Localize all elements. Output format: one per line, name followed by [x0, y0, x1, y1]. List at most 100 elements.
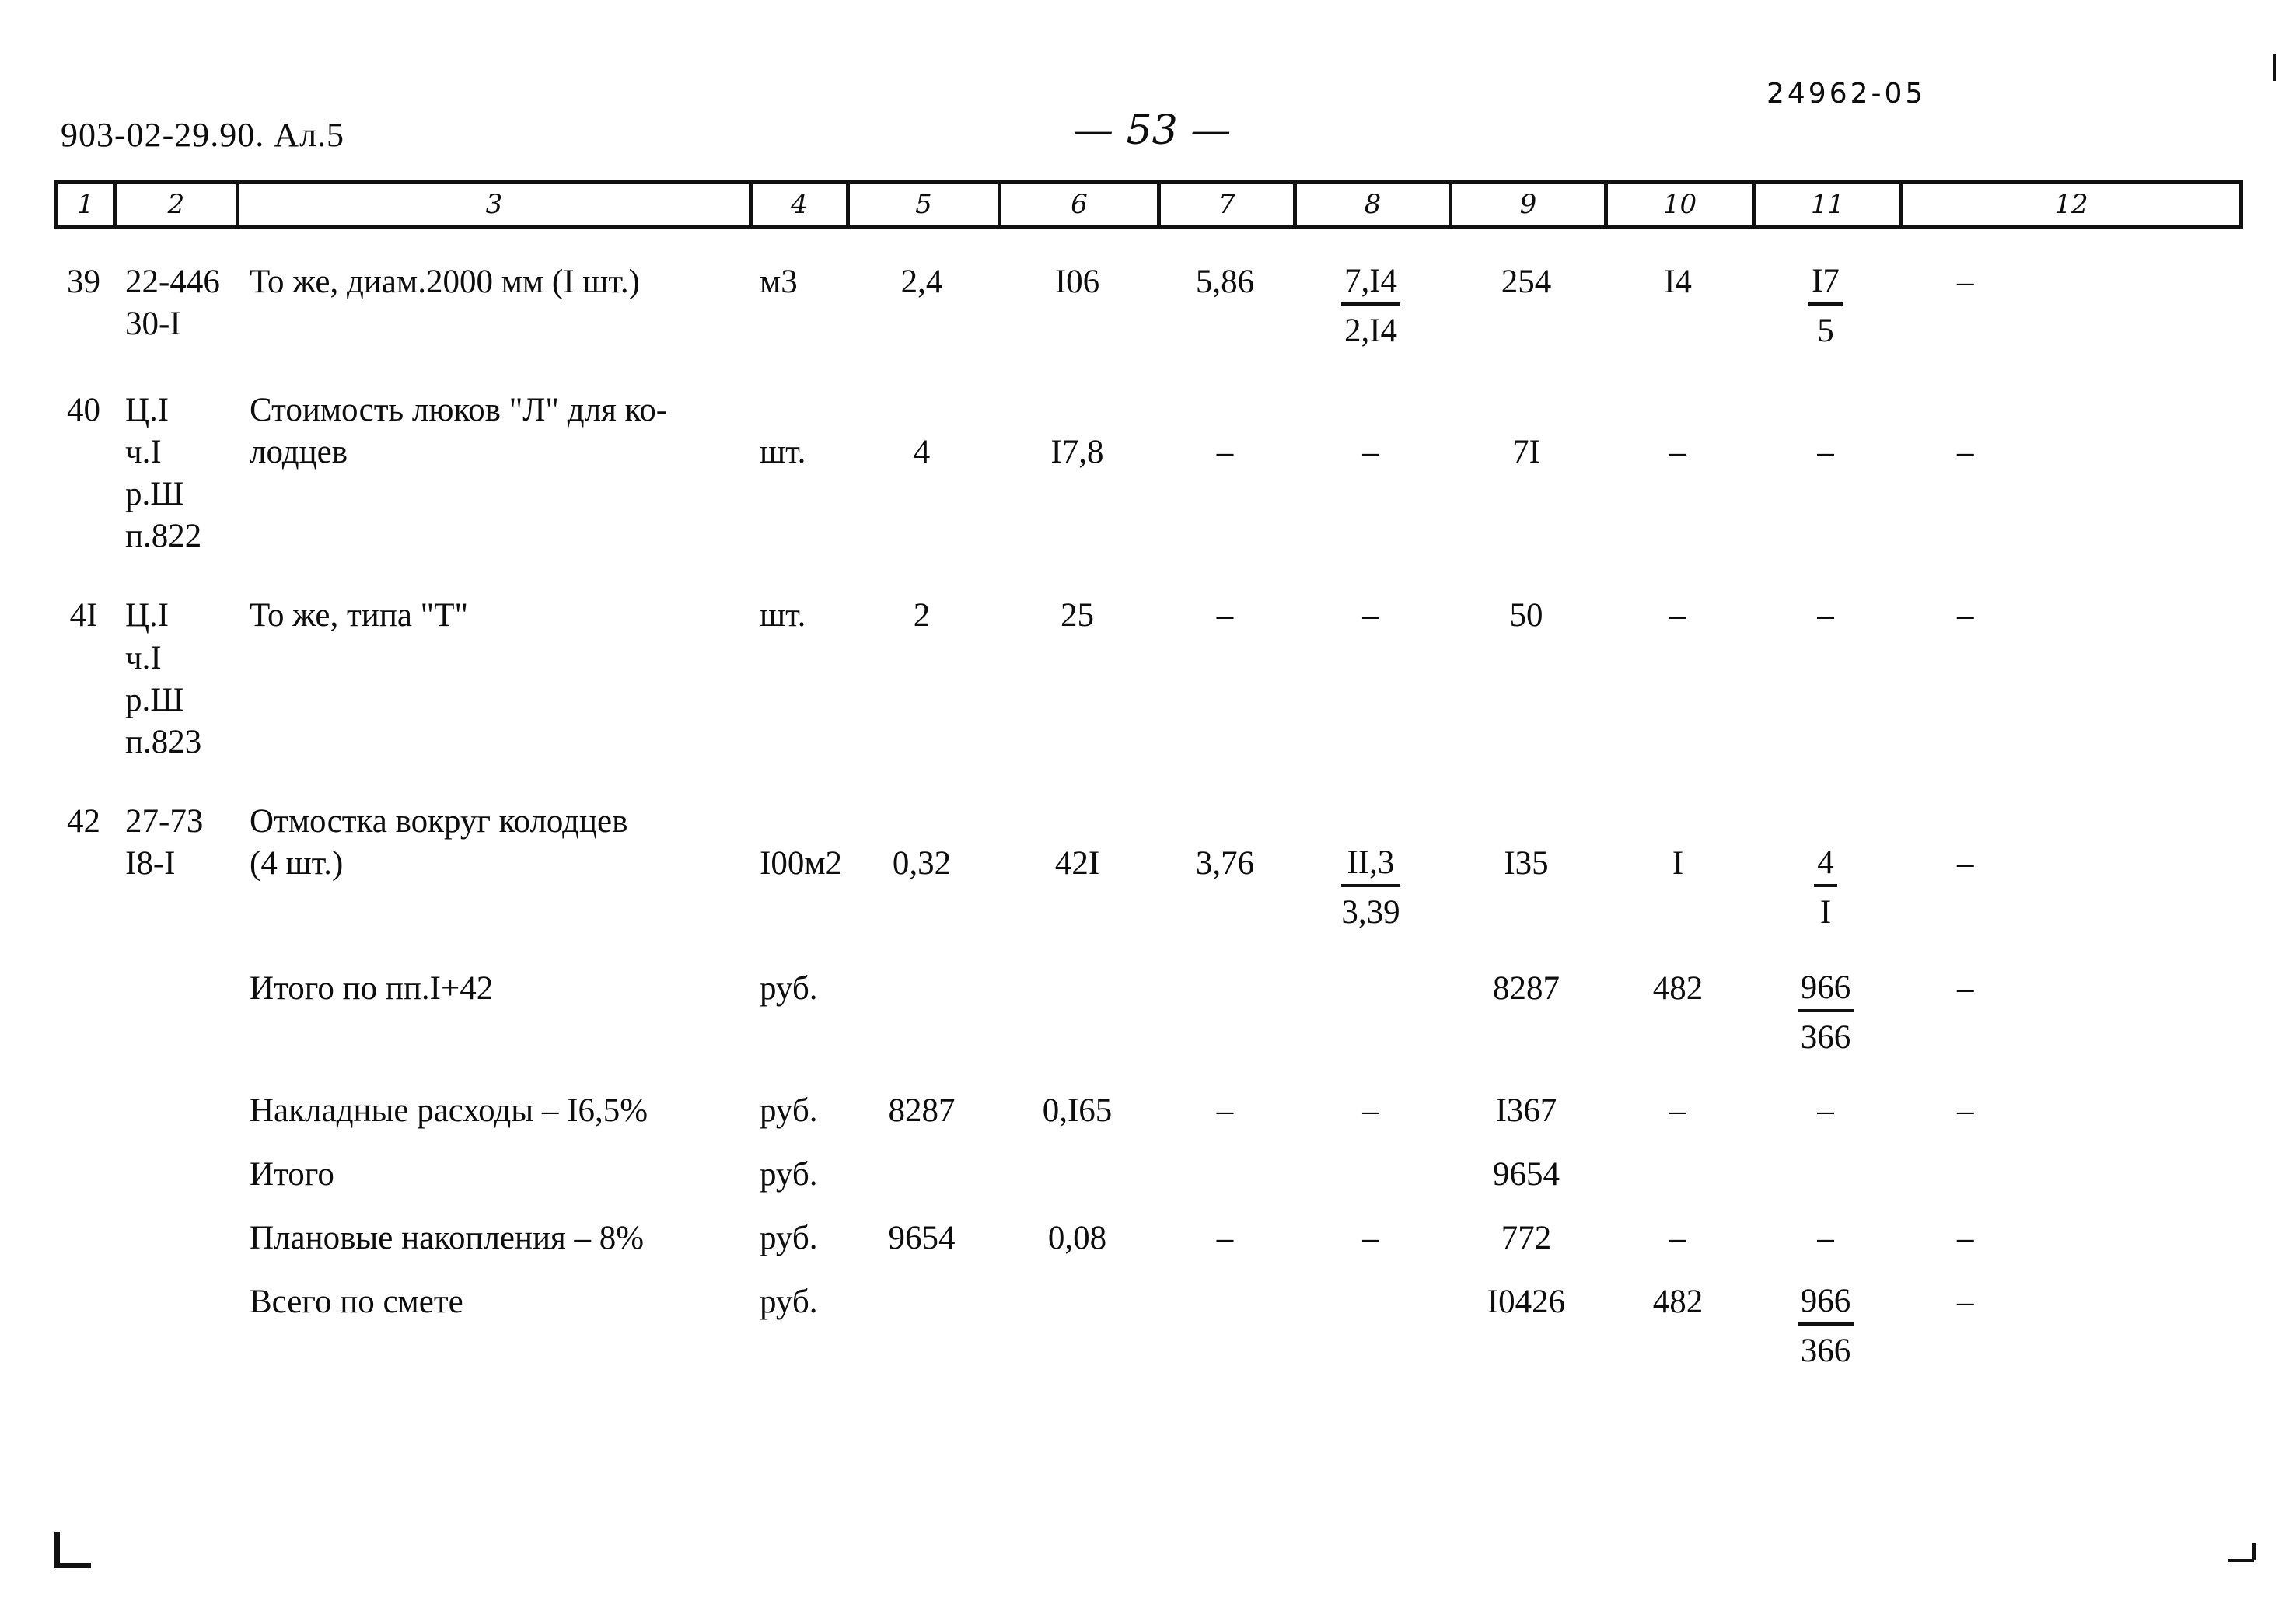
row-number-cell	[54, 965, 113, 968]
value-col-9: I367	[1495, 1092, 1557, 1129]
row-code-cell	[113, 1278, 236, 1281]
value-col-6: 0,08	[1047, 1220, 1107, 1257]
estimate-table: 1 2 3 4 5 6 7 8 9 10 11 12 39 22-446 30-I Т…	[54, 180, 2243, 1372]
value-col-11	[1752, 1151, 1899, 1154]
code-line: Ц.I	[125, 597, 169, 634]
value-col-5: 8287	[888, 1092, 956, 1129]
value-col-9: 50	[1509, 597, 1543, 634]
table-row: Накладные расходы – I6,5% руб. 8287 0,I65 – –…	[54, 1087, 2243, 1132]
fraction-numerator: 4	[1814, 843, 1837, 887]
code-line: п.823	[125, 723, 202, 760]
row-number-cell	[54, 1087, 113, 1090]
value-col-8: –	[1362, 1220, 1379, 1257]
value-col-11-fraction: 966 366	[1797, 968, 1854, 1057]
table-row: 42 27-73 I8-I Отмостка вокруг колодцев (4 шт…	[54, 798, 2243, 934]
column-number-7: 7	[1161, 184, 1297, 225]
value-col-10: 482	[1652, 1284, 1704, 1321]
crop-mark-bottom-left	[54, 1532, 91, 1568]
value-col-12: –	[1957, 597, 1974, 634]
code-line: р.Ш	[125, 476, 184, 513]
value-col-8-fraction: 7,I4 2,I4	[1340, 261, 1401, 351]
column-number-header-row: 1 2 3 4 5 6 7 8 9 10 11 12	[54, 180, 2243, 229]
row-unit-cell: шт.	[760, 597, 806, 634]
column-number-11: 11	[1756, 184, 1903, 225]
table-row: Плановые накопления – 8% руб. 9654 0,08 – – 77…	[54, 1214, 2243, 1259]
description-line: Плановые накопления – 8%	[250, 1220, 645, 1257]
fraction-numerator: 7,I4	[1340, 261, 1401, 306]
row-code-cell: Ц.I ч.I р.Ш п.822	[113, 386, 236, 558]
row-unit-cell: руб.	[760, 1220, 818, 1257]
value-col-7: 3,76	[1195, 845, 1255, 882]
value-col-12: –	[1957, 845, 1974, 882]
value-col-6: 0,I65	[1042, 1092, 1113, 1129]
document-code: 903-02-29.90. Ал.5	[61, 116, 345, 154]
value-col-10	[1604, 1151, 1752, 1154]
value-col-9: 7I	[1512, 433, 1540, 470]
row-code-cell: Ц.I ч.I р.Ш п.823	[113, 592, 236, 763]
value-col-10: –	[1669, 433, 1686, 470]
row-unit-cell: руб.	[760, 1092, 818, 1129]
value-col-9: I35	[1504, 845, 1549, 882]
value-col-10: 482	[1652, 969, 1704, 1007]
description-line: Накладные расходы – I6,5%	[250, 1092, 648, 1129]
value-col-6: I7,8	[1050, 433, 1104, 470]
fraction-numerator: 966	[1797, 1281, 1854, 1326]
row-unit-cell: руб.	[760, 969, 818, 1007]
value-col-10: I	[1672, 845, 1684, 882]
row-unit-cell: руб.	[760, 1284, 818, 1321]
value-col-7: –	[1216, 433, 1234, 470]
value-col-10: –	[1669, 1220, 1686, 1257]
row-code-cell	[113, 965, 236, 968]
value-col-11: –	[1817, 1220, 1834, 1257]
value-col-11-fraction: 4I	[1814, 843, 1837, 932]
crop-mark-bottom-right	[2228, 1535, 2256, 1562]
value-col-5	[846, 1151, 998, 1154]
value-col-8: –	[1362, 433, 1379, 470]
column-number-9: 9	[1452, 184, 1608, 225]
value-col-7: 5,86	[1195, 264, 1255, 300]
fraction-denominator: 5	[1817, 312, 1834, 349]
value-col-8	[1293, 965, 1449, 968]
value-col-5: 0,32	[892, 845, 952, 882]
row-number-cell	[54, 1278, 113, 1281]
value-col-8-fraction: II,3 3,39	[1341, 843, 1400, 932]
value-col-7	[1157, 1278, 1293, 1281]
description-line: То же, типа "Т"	[250, 597, 469, 634]
archive-stamp: 24962-05	[1767, 78, 1927, 110]
table-row: 39 22-446 30-I То же, диам.2000 мм (I шт.) м…	[54, 258, 2243, 352]
column-number-12: 12	[2054, 189, 2088, 220]
code-line: 27-73	[125, 803, 204, 840]
row-code-cell	[113, 1214, 236, 1217]
value-col-12: –	[1957, 969, 1974, 1007]
value-col-10: –	[1669, 1092, 1686, 1129]
description-line: лодцев	[250, 433, 348, 470]
value-col-6	[998, 965, 1157, 968]
row-number-cell: 39	[67, 264, 100, 300]
fraction-denominator: I	[1819, 893, 1832, 931]
value-col-9: 9654	[1493, 1155, 1560, 1193]
row-number-cell: 42	[67, 803, 100, 840]
value-col-7: –	[1216, 1220, 1234, 1257]
code-line: п.822	[125, 518, 202, 555]
row-description-cell: Стоимость люков "Л" для ко-лодцев	[236, 386, 749, 473]
row-unit-cell: м3	[760, 264, 798, 300]
value-col-5: 2	[913, 597, 931, 634]
value-col-10: I4	[1664, 264, 1692, 300]
table-body: 39 22-446 30-I То же, диам.2000 мм (I шт.) м…	[54, 258, 2243, 1372]
description-line: Всего по смете	[250, 1284, 463, 1321]
description-line: Стоимость люков "Л" для ко-	[250, 391, 668, 428]
code-line: Ц.I	[125, 391, 169, 428]
fraction-denominator: 366	[1800, 1018, 1851, 1056]
code-line: ч.I	[125, 639, 162, 676]
fraction-numerator: I7	[1808, 261, 1843, 306]
value-col-11: I7 5	[1752, 258, 1899, 352]
value-col-12: –	[1957, 1284, 1974, 1321]
value-col-12: –	[1957, 264, 1974, 300]
description-line: (4 шт.)	[250, 845, 344, 882]
value-col-11: –	[1817, 1092, 1834, 1129]
row-number-cell	[54, 1151, 113, 1154]
row-code-cell: 27-73 I8-I	[113, 798, 236, 885]
row-number-cell: 40	[67, 391, 100, 428]
row-description-cell: Плановые накопления – 8%	[236, 1214, 749, 1259]
column-number-4: 4	[753, 184, 850, 225]
